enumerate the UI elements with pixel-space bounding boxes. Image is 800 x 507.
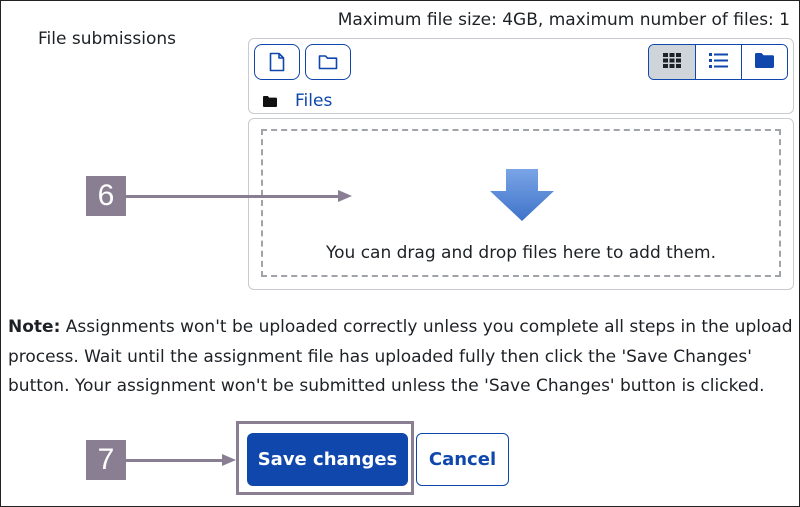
breadcrumb: Files (263, 91, 332, 111)
dropzone[interactable]: You can drag and drop files here to add … (261, 129, 781, 277)
note-label: Note: (8, 317, 61, 337)
cancel-button[interactable]: Cancel (416, 433, 509, 486)
callout-7-line (126, 459, 222, 462)
callout-6-line (126, 195, 338, 198)
save-changes-button[interactable]: Save changes (247, 433, 408, 486)
view-tree-button[interactable] (741, 45, 787, 79)
view-grid-button[interactable] (649, 45, 695, 79)
grid-icon (663, 52, 681, 72)
dropzone-container: You can drag and drop files here to add … (248, 118, 794, 290)
note-text: Note: Assignments won't be uploaded corr… (8, 313, 794, 402)
download-arrow-icon (490, 169, 554, 225)
note-body: Assignments won't be uploaded correctly … (8, 317, 793, 396)
callout-7-arrowhead (222, 454, 236, 466)
add-file-button[interactable] (254, 44, 300, 80)
path-files-link[interactable]: Files (295, 91, 332, 111)
callout-6-arrowhead (338, 190, 352, 202)
file-submissions-label: File submissions (38, 29, 177, 49)
folder-icon (318, 54, 338, 70)
filepicker-toolbar: Files (248, 38, 794, 114)
callout-7: 7 (86, 440, 126, 480)
file-icon (269, 52, 285, 72)
max-file-info: Maximum file size: 4GB, maximum number o… (337, 10, 790, 30)
dropzone-text: You can drag and drop files here to add … (325, 243, 717, 263)
folder-icon (263, 92, 277, 111)
folder-tree-icon (755, 52, 774, 72)
view-switcher (648, 44, 788, 80)
callout-6: 6 (86, 176, 126, 216)
list-icon (709, 52, 728, 72)
view-list-button[interactable] (695, 45, 741, 79)
create-folder-button[interactable] (305, 44, 351, 80)
